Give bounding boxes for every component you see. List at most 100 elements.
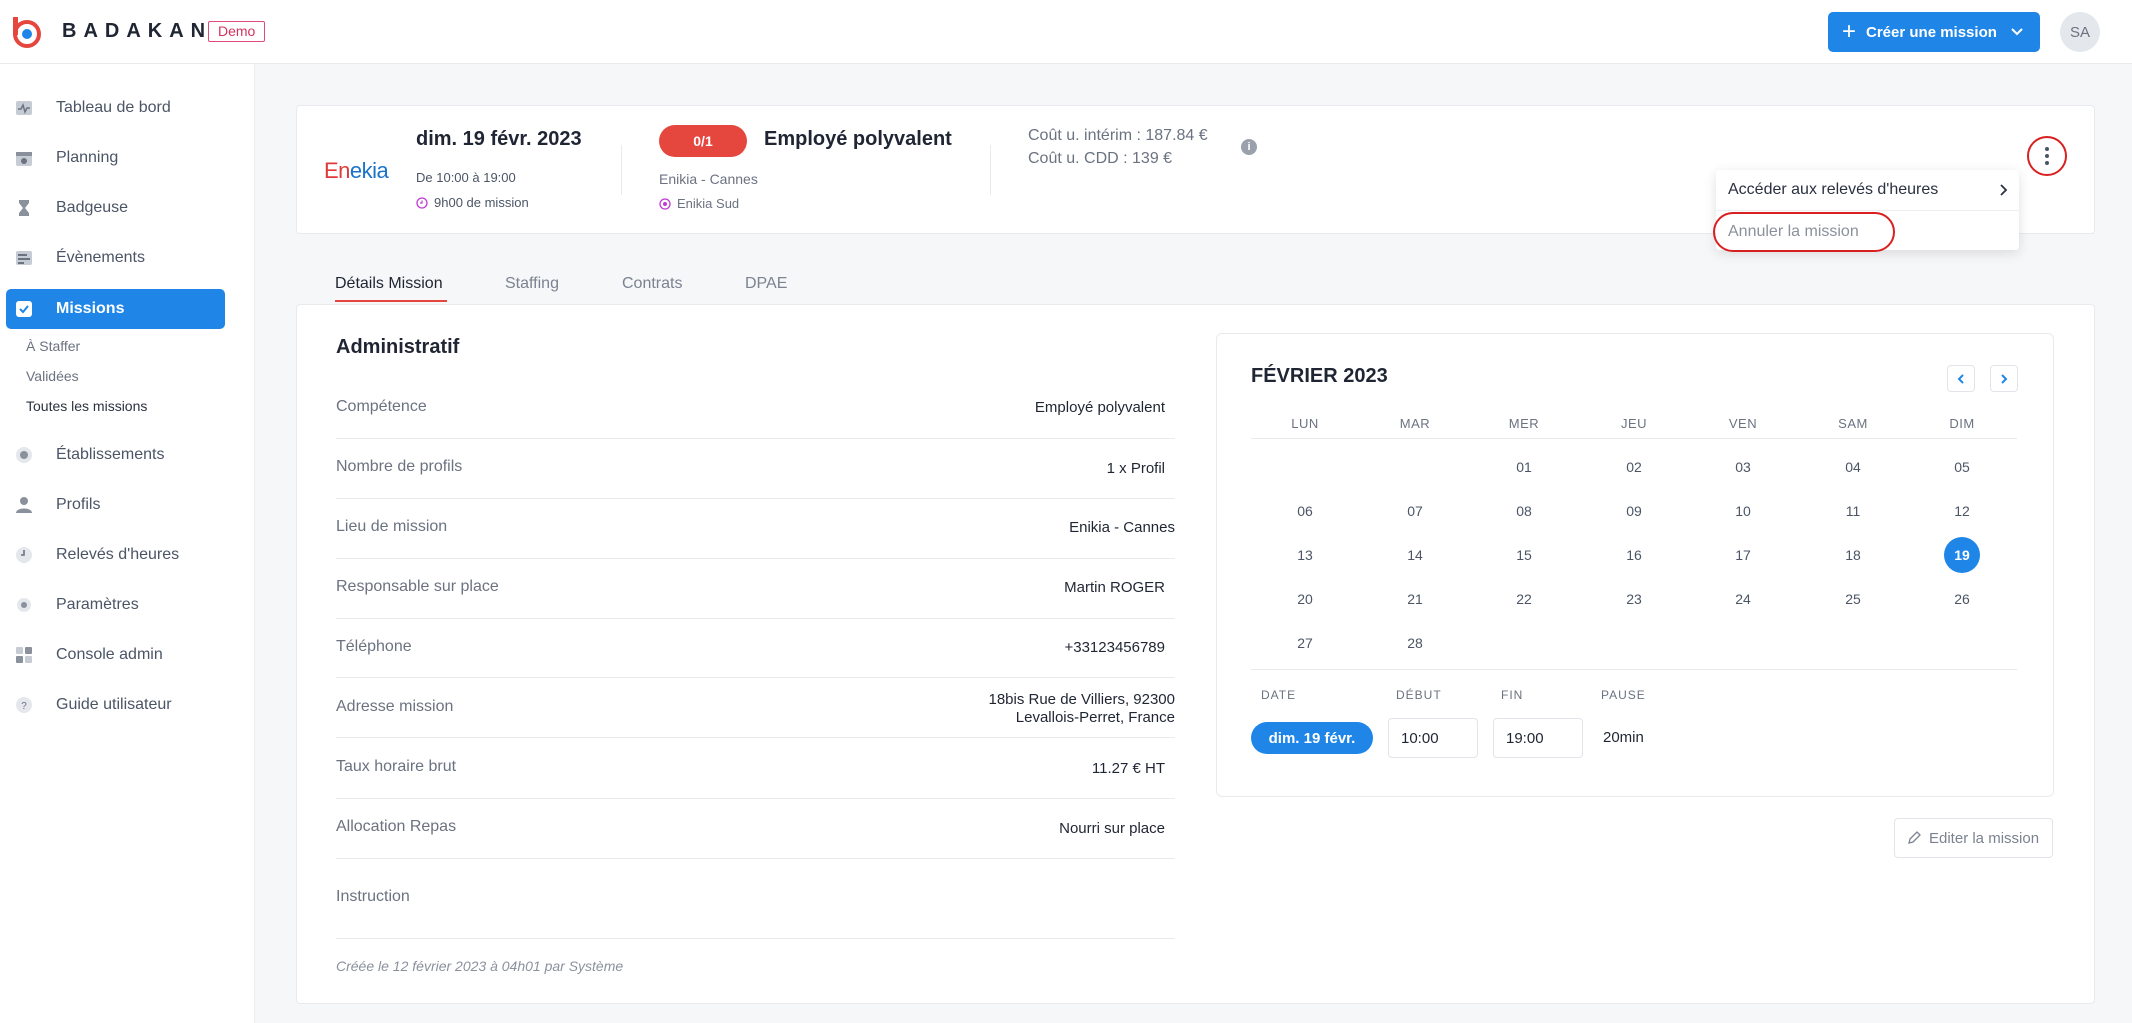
sidebar-item-label: Badgeuse	[56, 199, 129, 216]
field-value-responsable: Martin ROGER	[1064, 579, 1165, 596]
sidebar-item-evenements[interactable]: Évènements	[6, 238, 225, 278]
sidebar-subitem-toutes-les-missions[interactable]: Toutes les missions	[26, 398, 147, 414]
weekday-label: LUN	[1291, 416, 1319, 431]
section-title-administratif: Administratif	[336, 336, 460, 358]
calendar-day[interactable]: 18	[1835, 537, 1871, 573]
sidebar-item-label: Tableau de bord	[56, 99, 171, 116]
calendar-day[interactable]: 28	[1397, 625, 1433, 661]
calendar-day[interactable]: 05	[1944, 449, 1980, 485]
tab-staffing[interactable]: Staffing	[505, 275, 559, 293]
user-avatar[interactable]: SA	[2060, 12, 2100, 52]
row-divider	[336, 618, 1175, 619]
row-divider	[336, 558, 1175, 559]
calendar-day[interactable]: 07	[1397, 493, 1433, 529]
sidebar-subitem-validees[interactable]: Validées	[26, 368, 79, 384]
calendar-day[interactable]: 14	[1397, 537, 1433, 573]
sidebar-item-profils[interactable]: Profils	[6, 485, 225, 525]
sidebar-subitem-a-staffer[interactable]: À Staffer	[26, 338, 80, 354]
schedule-date-pill[interactable]: dim. 19 févr.	[1251, 722, 1373, 754]
start-time-input[interactable]: 10:00	[1388, 718, 1478, 758]
row-divider	[336, 938, 1175, 939]
sidebar-item-planning[interactable]: Planning	[6, 138, 225, 178]
sidebar-item-releves-heures[interactable]: Relevés d'heures	[6, 535, 225, 575]
tab-details-mission[interactable]: Détails Mission	[335, 275, 443, 293]
sidebar-item-console-admin[interactable]: Console admin	[6, 635, 225, 675]
calendar-day[interactable]: 25	[1835, 581, 1871, 617]
calendar-day[interactable]: 01	[1506, 449, 1542, 485]
field-label-responsable: Responsable sur place	[336, 578, 499, 595]
calendar-day[interactable]: 02	[1616, 449, 1652, 485]
field-value-adresse-line1: 18bis Rue de Villiers, 92300	[988, 691, 1175, 708]
pause-value: 20min	[1603, 729, 1644, 746]
mission-date: dim. 19 févr. 2023	[416, 128, 582, 150]
cost-interim: Coût u. intérim : 187.84 €	[1028, 127, 1208, 144]
calendar-day[interactable]: 17	[1725, 537, 1761, 573]
create-mission-button[interactable]: + Créer une mission	[1828, 12, 2040, 52]
calendar-day[interactable]: 16	[1616, 537, 1652, 573]
calendar-day[interactable]: 20	[1287, 581, 1323, 617]
svg-text:?: ?	[21, 701, 27, 712]
weekday-label: DIM	[1949, 416, 1975, 431]
sidebar-item-etablissements[interactable]: Établissements	[6, 435, 225, 475]
more-options-button[interactable]	[2027, 136, 2067, 176]
weekday-label: SAM	[1838, 416, 1868, 431]
calendar-day[interactable]: 22	[1506, 581, 1542, 617]
schedule-header-pause: PAUSE	[1601, 688, 1646, 702]
user-icon	[14, 495, 34, 515]
field-label-lieu-mission: Lieu de mission	[336, 518, 448, 535]
calendar-day[interactable]: 15	[1506, 537, 1542, 573]
sidebar-item-label: Profils	[56, 496, 101, 513]
calendar-day[interactable]: 27	[1287, 625, 1323, 661]
calendar-star-icon	[14, 148, 34, 168]
top-header: BADAKAN Demo + Créer une mission SA	[0, 0, 2132, 64]
menu-item-annuler-mission[interactable]: Annuler la mission	[1713, 212, 1895, 252]
active-tab-indicator	[335, 300, 447, 302]
edit-mission-button[interactable]: Editer la mission	[1894, 818, 2053, 858]
field-value-competence: Employé polyvalent	[1034, 399, 1165, 416]
field-value-nombre-profils: 1 x Profil	[1106, 460, 1165, 477]
sidebar-item-tableau-de-bord[interactable]: Tableau de bord	[6, 88, 225, 128]
hourglass-icon	[14, 198, 34, 218]
calendar-day[interactable]: 09	[1616, 493, 1652, 529]
info-icon[interactable]: i	[1241, 139, 1257, 155]
menu-item-releves-heures[interactable]: Accéder aux relevés d'heures	[1728, 181, 1938, 199]
tab-dpae[interactable]: DPAE	[745, 275, 787, 293]
building-icon	[14, 445, 34, 465]
calendar-prev-button[interactable]	[1947, 365, 1975, 392]
checkbox-icon	[14, 299, 34, 319]
calendar-day[interactable]: 13	[1287, 537, 1323, 573]
sidebar-item-missions[interactable]: Missions	[6, 289, 225, 329]
calendar-day[interactable]: 21	[1397, 581, 1433, 617]
sidebar-item-guide-utilisateur[interactable]: ? Guide utilisateur	[6, 685, 225, 725]
create-mission-label: Créer une mission	[1866, 23, 1997, 41]
field-value-adresse-line2: Levallois-Perret, France	[1015, 709, 1175, 726]
calendar-day[interactable]: 23	[1616, 581, 1652, 617]
mission-title: Employé polyvalent	[764, 128, 952, 150]
calendar-day[interactable]: 08	[1506, 493, 1542, 529]
chevron-down-icon[interactable]	[2010, 24, 2024, 38]
calendar-day[interactable]: 06	[1287, 493, 1323, 529]
calendar-day[interactable]: 03	[1725, 449, 1761, 485]
weekday-label: MAR	[1399, 416, 1431, 431]
calendar-day[interactable]: 12	[1944, 493, 1980, 529]
sidebar-item-label: Planning	[56, 149, 119, 166]
sidebar-item-badgeuse[interactable]: Badgeuse	[6, 188, 225, 228]
divider	[621, 145, 622, 195]
calendar-day[interactable]: 11	[1835, 493, 1871, 529]
calendar-day[interactable]: 26	[1944, 581, 1980, 617]
calendar-day[interactable]: 04	[1835, 449, 1871, 485]
calendar-day[interactable]: 19	[1944, 537, 1980, 573]
tab-contrats[interactable]: Contrats	[622, 275, 682, 293]
calendar-next-button[interactable]	[1990, 365, 2018, 392]
calendar-month-title: FÉVRIER 2023	[1251, 365, 1388, 387]
calendar-day[interactable]: 24	[1725, 581, 1761, 617]
sidebar-item-parametres[interactable]: Paramètres	[6, 585, 225, 625]
calendar-day[interactable]: 10	[1725, 493, 1761, 529]
field-label-competence: Compétence	[336, 398, 427, 415]
plus-icon: +	[1842, 18, 1857, 45]
mission-duration: 9h00 de mission	[416, 195, 529, 210]
end-time-input[interactable]: 19:00	[1493, 718, 1583, 758]
row-divider	[336, 438, 1175, 439]
weekday-label: JEU	[1620, 416, 1648, 431]
badakan-logo[interactable]	[10, 15, 44, 49]
